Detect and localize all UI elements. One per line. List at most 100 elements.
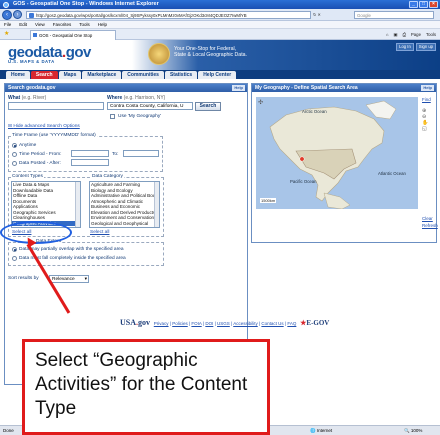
menu-view[interactable]: View — [35, 21, 45, 28]
security-zone: 🌐 Internet — [310, 428, 333, 433]
overlap-partial-label: Data may partially overlap with the spec… — [19, 246, 124, 252]
tab-statistics[interactable]: Statistics — [164, 71, 198, 79]
what-hint: (e.g. River) — [21, 95, 47, 101]
map-refresh-link[interactable]: Refresh — [422, 223, 438, 228]
tools-menu[interactable]: Tools — [426, 31, 436, 38]
data-category-option[interactable]: Environment and Conservation — [90, 215, 159, 221]
overlap-full-radio[interactable] — [12, 256, 17, 261]
status-text: Done — [3, 428, 14, 433]
menu-file[interactable]: File — [4, 21, 11, 28]
maximize-button[interactable]: □ — [419, 1, 428, 8]
address-toolbar: ‹ › http://gos2.geodata.gov/wps/portal/g… — [0, 9, 440, 21]
footer-link-usgs[interactable]: USGS — [217, 321, 230, 326]
close-button[interactable]: × — [429, 1, 438, 8]
map-panel-title: My Geography - Define Spatial Search Are… — [255, 85, 358, 91]
print-icon[interactable]: ⎙ — [402, 31, 405, 38]
favorites-star-icon[interactable]: ★ — [4, 31, 9, 38]
map-help-button[interactable]: Help — [421, 85, 434, 91]
data-category-scrollbar[interactable] — [154, 182, 159, 227]
where-input[interactable]: Contra Costa County, California, U — [107, 102, 193, 110]
time-period-label: Time Period - From: — [19, 151, 62, 157]
footer-link-privacy[interactable]: Privacy — [154, 321, 169, 326]
footer-link-contact[interactable]: Contact Us — [261, 321, 283, 326]
data-category-legend: Data Category — [91, 174, 124, 179]
site-footer: USA.gov Privacy | Policies | FOIA | DOI … — [120, 318, 330, 327]
logo-tld: gov — [65, 44, 92, 61]
map-panel-header: My Geography - Define Spatial Search Are… — [252, 84, 436, 92]
what-label: What (e.g. River) — [8, 95, 47, 101]
geodata-logo[interactable]: geodata.gov U.S. MAPS & DATA — [8, 44, 91, 64]
browser-tab[interactable]: GOS - Geospatial One Stop — [30, 30, 116, 40]
menu-help[interactable]: Help — [98, 21, 107, 28]
footer-link-faq[interactable]: FAQ — [287, 321, 296, 326]
pan-arrows-icon[interactable]: ✣ — [258, 99, 263, 106]
home-icon[interactable]: ⌂ — [386, 31, 389, 38]
content-types-scrollbar[interactable] — [75, 182, 80, 227]
minimize-button[interactable]: _ — [409, 1, 418, 8]
footer-link-foia[interactable]: FOIA — [191, 321, 201, 326]
menu-tools[interactable]: Tools — [79, 21, 90, 28]
footer-link-doi[interactable]: DOI — [205, 321, 213, 326]
what-input[interactable] — [8, 102, 104, 110]
page-icon — [29, 13, 34, 18]
time-to-input[interactable] — [123, 150, 159, 157]
overlap-partial-radio[interactable] — [12, 247, 17, 252]
sort-value: Relevance — [52, 276, 75, 282]
map-scale-bar: 1500km — [260, 198, 277, 203]
footer-link-accessibility[interactable]: Accessibility — [233, 321, 258, 326]
log-in-link[interactable]: Log In — [396, 43, 414, 51]
tab-communities[interactable]: Communities — [122, 71, 164, 79]
tab-toolbar: ★ GOS - Geospatial One Stop ⌂ ▣ ⎙ Page T… — [0, 29, 440, 40]
menu-favorites[interactable]: Favorites — [53, 21, 72, 28]
search-panel-title: Search geodata.gov — [8, 85, 56, 91]
callout-text: Select “Geographic Activities” for the C… — [35, 350, 248, 419]
tab-search[interactable]: Search — [30, 71, 58, 79]
map-find-link[interactable]: Find — [422, 97, 431, 102]
address-bar[interactable]: http://gos2.geodata.gov/wps/portal/gos/k… — [26, 11, 311, 19]
zoom-level[interactable]: 🔍 100% — [404, 426, 422, 435]
where-hint: (e.g. Harrison, NY) — [123, 95, 166, 101]
sign-up-link[interactable]: Sign up — [415, 43, 436, 51]
refresh-stop-icons[interactable]: ↻ ✕ — [313, 11, 333, 19]
tab-marketplace[interactable]: Marketplace — [82, 71, 122, 79]
internet-explorer-icon — [3, 1, 9, 8]
time-posted-radio[interactable] — [12, 161, 17, 166]
time-posted-input[interactable] — [71, 159, 109, 166]
tab-home[interactable]: Home — [6, 71, 30, 79]
hide-options-link[interactable]: ⊟ Hide advanced Search Options — [8, 124, 80, 129]
search-help-button[interactable]: Help — [232, 85, 245, 91]
footer-link-policies[interactable]: Policies — [172, 321, 188, 326]
select-all-categories-link[interactable]: Select all — [90, 230, 109, 235]
browser-search-input[interactable]: Google — [354, 11, 434, 19]
sort-select[interactable]: Relevance ▾ — [49, 274, 89, 283]
instruction-callout: Select “Geographic Activities” for the C… — [22, 339, 270, 435]
where-label: Where (e.g. Harrison, NY) — [107, 95, 166, 101]
forward-button[interactable]: › — [13, 10, 22, 19]
menu-edit[interactable]: Edit — [19, 21, 27, 28]
feeds-icon[interactable]: ▣ — [393, 31, 397, 38]
north-america-map — [256, 97, 418, 209]
back-button[interactable]: ‹ — [2, 10, 12, 20]
site-banner: geodata.gov U.S. MAPS & DATA Your One-St… — [0, 40, 440, 70]
tab-maps[interactable]: Maps — [58, 71, 82, 79]
data-category-option[interactable]: Geological and Geophysical — [90, 221, 159, 227]
page-menu[interactable]: Page — [411, 31, 421, 38]
map-clear-link[interactable]: Clear — [422, 216, 433, 221]
zoom-tools-icon[interactable]: ⊕ ⊖ ✋ ◱ — [422, 108, 428, 132]
time-posted-label: Data Posted - After: — [19, 160, 61, 166]
time-period-radio[interactable] — [12, 152, 17, 157]
time-from-input[interactable] — [71, 150, 109, 157]
egov-logo[interactable]: ★E-GOV — [300, 319, 329, 327]
data-category-option[interactable]: Administrative and Political Boundaries — [90, 193, 159, 199]
search-button[interactable]: Search — [195, 101, 221, 111]
atlantic-ocean-label: Atlantic Ocean — [378, 171, 406, 176]
map-panel: My Geography - Define Spatial Search Are… — [251, 83, 438, 243]
tab-help-center[interactable]: Help Center — [198, 71, 237, 79]
map-view[interactable]: Arctic Ocean Pacific Ocean Atlantic Ocea… — [256, 97, 418, 209]
data-category-listbox[interactable]: Agriculture and Farming Biology and Ecol… — [89, 181, 160, 228]
use-my-geography-checkbox[interactable] — [110, 114, 115, 119]
usa-gov-logo[interactable]: USA.gov — [120, 318, 150, 327]
tab-favicon-icon — [33, 33, 37, 37]
time-anytime-radio[interactable] — [12, 143, 17, 148]
menu-bar: File Edit View Favorites Tools Help — [0, 21, 440, 29]
